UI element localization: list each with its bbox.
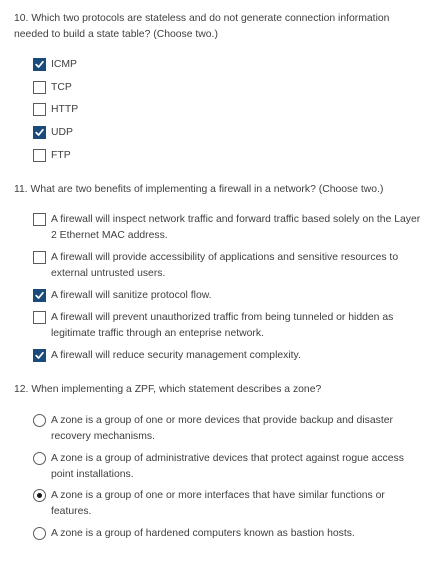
question-10-text: 10. Which two protocols are stateless an… [14, 13, 390, 40]
q11-option-1-checkbox[interactable] [33, 213, 46, 226]
q10-option-3-label: HTTP [51, 104, 79, 115]
q12-option-3-radio[interactable] [33, 489, 46, 502]
q12-option-2-radio[interactable] [33, 452, 46, 465]
q11-option-2-checkbox[interactable] [33, 251, 46, 264]
q12-option-3-label: A zone is a group of one or more interfa… [51, 490, 385, 517]
q10-option-4-checkbox[interactable] [33, 126, 46, 139]
q10-option-1-label: ICMP [51, 59, 77, 70]
question-12-text: 12. When implementing a ZPF, which state… [14, 384, 322, 395]
q10-option-2-label: TCP [51, 82, 72, 93]
q11-option-3-label: A firewall will sanitize protocol flow. [51, 290, 212, 301]
check-icon [35, 128, 44, 136]
q12-option-2-label: A zone is a group of administrative devi… [51, 453, 404, 480]
q11-option-4-checkbox[interactable] [33, 311, 46, 324]
radio-selected-dot [37, 493, 42, 498]
q11-option-4-label: A firewall will prevent unauthorized tra… [51, 312, 394, 339]
question-11-text: 11. What are two benefits of implementin… [14, 184, 384, 195]
q10-option-4-label: UDP [51, 127, 73, 138]
q12-option-4-radio[interactable] [33, 527, 46, 540]
q10-option-5-checkbox[interactable] [33, 149, 46, 162]
q11-option-5-checkbox[interactable] [33, 349, 46, 362]
q11-option-1-label: A firewall will inspect network traffic … [51, 214, 421, 241]
q11-option-3-checkbox[interactable] [33, 289, 46, 302]
q12-option-4-label: A zone is a group of hardened computers … [51, 528, 355, 539]
q11-option-2-label: A firewall will provide accessibility of… [51, 252, 399, 279]
check-icon [35, 291, 44, 299]
q10-option-1-checkbox[interactable] [33, 58, 46, 71]
q10-option-5-label: FTP [51, 150, 71, 161]
check-icon [35, 60, 44, 68]
check-icon [35, 351, 44, 359]
q10-option-2-checkbox[interactable] [33, 81, 46, 94]
q12-option-1-radio[interactable] [33, 414, 46, 427]
q10-option-3-checkbox[interactable] [33, 103, 46, 116]
q12-option-1-label: A zone is a group of one or more devices… [51, 415, 393, 442]
q11-option-5-label: A firewall will reduce security manageme… [51, 350, 301, 361]
